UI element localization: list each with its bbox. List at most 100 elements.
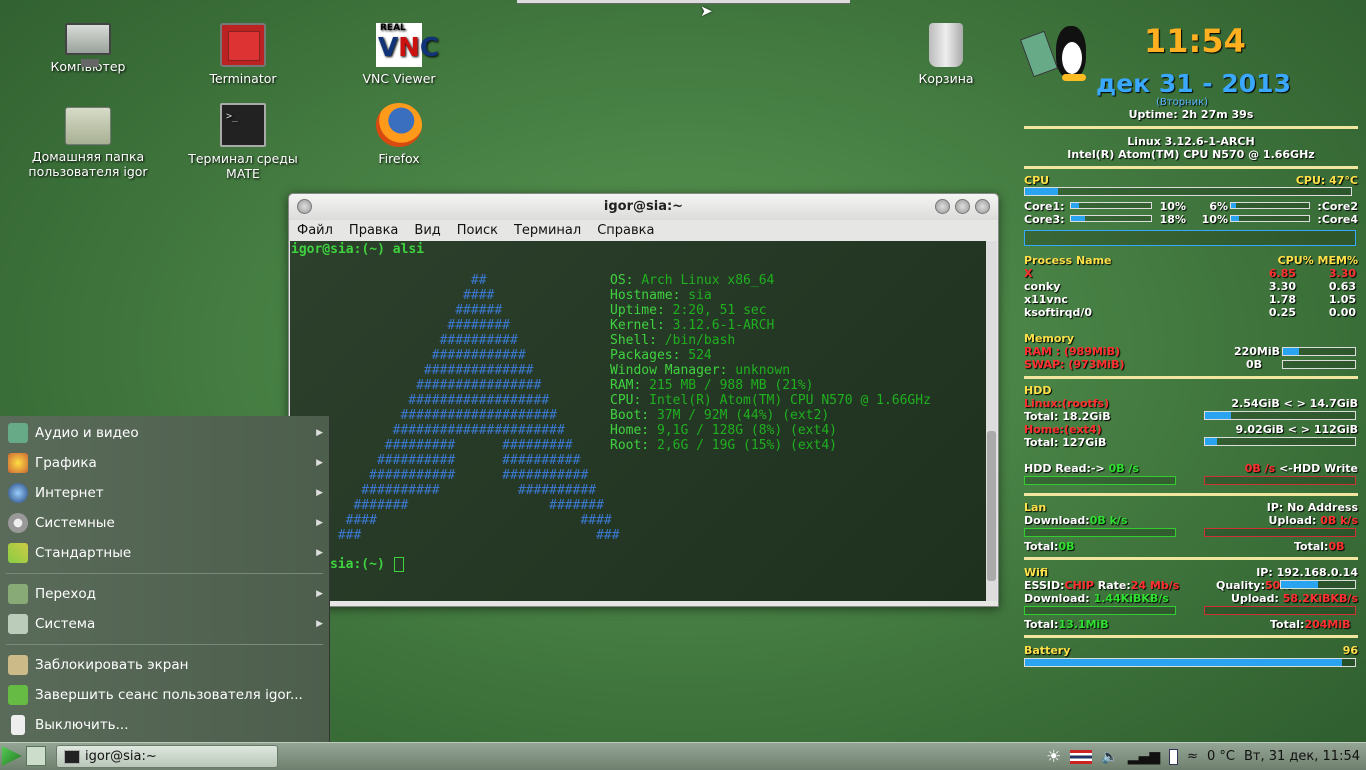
volume-icon[interactable]: 🔈	[1101, 749, 1118, 765]
terminal-menubar: Файл Правка Вид Поиск Терминал Справка	[289, 220, 998, 241]
temperature-label: 0 °C	[1207, 749, 1235, 764]
terminal-prompt-current: sia:(~)	[330, 557, 385, 572]
process-cell: ksoftirqd/0	[1024, 306, 1093, 319]
desktop-icon-computer[interactable]: Компьютер	[23, 23, 153, 74]
desktop-icon-terminator[interactable]: Terminator	[178, 23, 308, 86]
desktop-icon-label: VNC Viewer	[362, 71, 436, 86]
ram-label: RAM : (989MiB)	[1024, 345, 1121, 358]
divider	[1024, 635, 1358, 638]
core4-bar	[1230, 215, 1310, 222]
process-heading: Process Name	[1024, 254, 1112, 267]
desktop-icon-label: Terminator	[209, 71, 277, 86]
wifi-quality-bar	[1280, 580, 1356, 589]
network-signal-icon[interactable]: ▂▄▆	[1128, 749, 1160, 765]
menu-item-internet[interactable]: Интернет ▶	[0, 478, 329, 508]
scrollbar-thumb[interactable]	[987, 431, 996, 581]
weather-icon[interactable]: ≈	[1187, 749, 1198, 764]
menu-help[interactable]: Справка	[591, 223, 660, 238]
taskbar-button-terminal[interactable]: igor@sia:~	[56, 745, 278, 768]
cpu-heading: CPU	[1024, 174, 1050, 187]
cpu-temp: CPU: 47°C	[1295, 174, 1358, 187]
window-menu-button[interactable]	[297, 199, 312, 214]
terminal-titlebar[interactable]: igor@sia:~	[289, 194, 998, 220]
menu-search[interactable]: Поиск	[451, 223, 504, 238]
divider	[1024, 493, 1358, 496]
close-button[interactable]	[975, 199, 990, 214]
system-info-row: Hostname: sia	[610, 288, 712, 303]
desktop-icon-vnc-viewer[interactable]: REAL VNC VNC Viewer	[334, 23, 464, 86]
menu-item-places[interactable]: Переход ▶	[0, 579, 329, 609]
divider	[1024, 557, 1358, 560]
brightness-icon[interactable]: ☀	[1046, 747, 1061, 767]
menu-item-lock-screen[interactable]: Заблокировать экран	[0, 650, 329, 680]
process-cell: 6.85	[1268, 267, 1296, 280]
lan-upload-bar	[1204, 528, 1356, 537]
process-cell: conky	[1024, 280, 1061, 293]
desktop-icon-home-folder[interactable]: Домашняя папка пользователя igor	[23, 103, 153, 179]
core3-bar	[1070, 215, 1152, 222]
core2-value: 6%	[1209, 200, 1228, 213]
folder-icon	[8, 584, 28, 604]
menu-separator	[6, 644, 323, 645]
menu-item-system-tools[interactable]: Системные ▶	[0, 508, 329, 538]
menu-item-graphics[interactable]: Графика ▶	[0, 448, 329, 478]
main-menu-icon[interactable]	[2, 746, 22, 766]
conky-kernel: Linux 3.12.6-1-ARCH	[1127, 135, 1255, 148]
globe-icon	[8, 483, 28, 503]
menu-file[interactable]: Файл	[291, 223, 339, 238]
system-info-row: Home: 9,1G / 128G (8%) (ext4)	[610, 423, 837, 438]
core3-label: Core3:	[1024, 213, 1065, 226]
menu-view[interactable]: Вид	[408, 223, 446, 238]
terminal-output[interactable]: igor@sia:(~) alsi ## #### ###### #######…	[290, 241, 987, 601]
terminal-scrollbar[interactable]	[986, 241, 997, 601]
terminal-window[interactable]: igor@sia:~ Файл Правка Вид Поиск Термина…	[288, 193, 999, 607]
menu-item-audio-video[interactable]: Аудио и видео ▶	[0, 418, 329, 448]
hdd-write-bar	[1204, 476, 1356, 485]
wifi-ip: IP: 192.168.0.14	[1256, 566, 1358, 579]
desktop-icon-mate-terminal[interactable]: >_ Терминал среды MATE	[178, 103, 308, 181]
desktop-icon-firefox[interactable]: Firefox	[334, 103, 464, 166]
memory-heading: Memory	[1024, 332, 1075, 345]
home-fs-bar	[1204, 437, 1356, 446]
system-info: OS: Arch Linux x86_64 Hostname: sia Uptime…	[610, 273, 931, 453]
terminal-cursor	[394, 557, 404, 572]
menu-item-logout[interactable]: Завершить сеанс пользователя igor...	[0, 680, 329, 710]
mouse-cursor-icon: ➤	[700, 2, 713, 20]
system-info-row: Kernel: 3.12.6-1-ARCH	[610, 318, 775, 333]
desktop-icon-label: Корзина	[918, 71, 974, 86]
menu-item-system[interactable]: Система ▶	[0, 609, 329, 639]
keyboard-layout-flag-icon[interactable]	[1070, 749, 1093, 764]
system-info-row: Shell: /bin/bash	[610, 333, 736, 348]
terminator-icon	[220, 23, 266, 67]
computer-icon	[65, 23, 111, 67]
cpu-bar	[1024, 187, 1352, 196]
system-info-row: Packages: 524	[610, 348, 712, 363]
menu-terminal[interactable]: Терминал	[508, 223, 587, 238]
desktop-icon-label: Домашняя папка пользователя igor	[28, 149, 148, 179]
process-cell: 3.30	[1268, 280, 1296, 293]
divider	[1024, 376, 1358, 379]
root-fs-total: Total: 18.2GiB	[1024, 410, 1111, 423]
desktop-icon-trash[interactable]: Корзина	[881, 23, 1011, 86]
desktop-icon-label: Терминал среды MATE	[188, 151, 298, 181]
maximize-button[interactable]	[955, 199, 970, 214]
system-info-row: Boot: 37M / 92M (44%) (ext2)	[610, 408, 830, 423]
show-desktop-icon[interactable]	[26, 746, 46, 766]
menu-item-accessories[interactable]: Стандартные ▶	[0, 538, 329, 568]
conky-cpu-model: Intel(R) Atom(TM) CPU N570 @ 1.66GHz	[1067, 148, 1315, 161]
wifi-upload-bar	[1204, 606, 1356, 615]
panel-clock[interactable]: Вт, 31 дек, 11:54	[1244, 749, 1360, 764]
submenu-arrow-icon: ▶	[316, 428, 323, 438]
menu-item-shutdown[interactable]: Выключить...	[0, 710, 329, 740]
vnc-icon: REAL VNC	[376, 23, 439, 67]
trash-icon	[929, 23, 963, 67]
conky-clock: 11:54	[1144, 22, 1246, 60]
lan-total-up: 0B	[1328, 540, 1345, 553]
core1-label: Core1:	[1024, 200, 1065, 213]
battery-icon[interactable]	[1169, 748, 1179, 765]
process-cell: 1.78	[1268, 293, 1296, 306]
minimize-button[interactable]	[935, 199, 950, 214]
system-tray: ☀ 🔈 ▂▄▆ ≈ 0 °C Вт, 31 дек, 11:54	[1046, 743, 1360, 770]
menu-edit[interactable]: Правка	[343, 223, 404, 238]
system-info-row: Window Manager: unknown	[610, 363, 791, 378]
